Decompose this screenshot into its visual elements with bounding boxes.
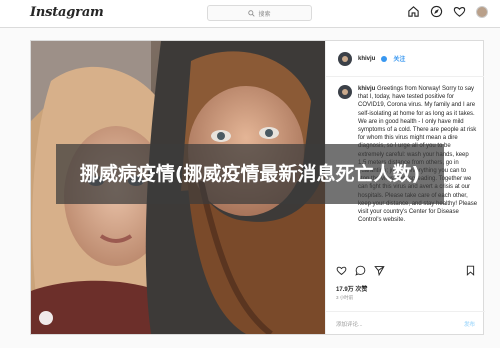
heart-icon[interactable] — [453, 5, 466, 18]
comment-icon[interactable] — [355, 265, 366, 276]
comment-input[interactable]: 添加评论... 发布 — [326, 311, 485, 335]
post-comment-button[interactable]: 发布 — [464, 320, 475, 328]
profile-avatar[interactable] — [476, 5, 488, 18]
bookmark-icon[interactable] — [465, 265, 476, 276]
explore-icon[interactable] — [430, 5, 443, 18]
post-actions — [336, 265, 476, 276]
like-count[interactable]: 17.9万 次赞 — [336, 284, 367, 293]
home-icon[interactable] — [407, 5, 420, 18]
follow-button[interactable]: 关注 — [393, 54, 405, 63]
caption-avatar[interactable] — [338, 85, 352, 99]
headline-text: 挪威病疫情(挪威疫情最新消息死亡人数) — [79, 163, 421, 185]
share-icon[interactable] — [374, 265, 385, 276]
search-placeholder: 搜索 — [258, 11, 271, 18]
like-heart-icon[interactable] — [336, 265, 347, 276]
author-username[interactable]: khivju — [358, 56, 375, 62]
author-avatar[interactable] — [338, 51, 352, 66]
instagram-logo[interactable]: Instagram — [30, 5, 104, 20]
search-icon — [248, 9, 256, 17]
search-input[interactable]: 搜索 — [207, 5, 312, 21]
verified-badge-icon — [381, 55, 388, 62]
post-header: khivju 关注 — [326, 41, 484, 77]
headline-overlay: 挪威病疫情(挪威疫情最新消息死亡人数) — [56, 144, 444, 204]
comment-placeholder: 添加评论... — [336, 321, 363, 328]
caption-username[interactable]: khivju — [358, 86, 375, 92]
post-date: 3 小时前 — [336, 295, 354, 300]
top-nav: Instagram 搜索 — [0, 0, 500, 28]
